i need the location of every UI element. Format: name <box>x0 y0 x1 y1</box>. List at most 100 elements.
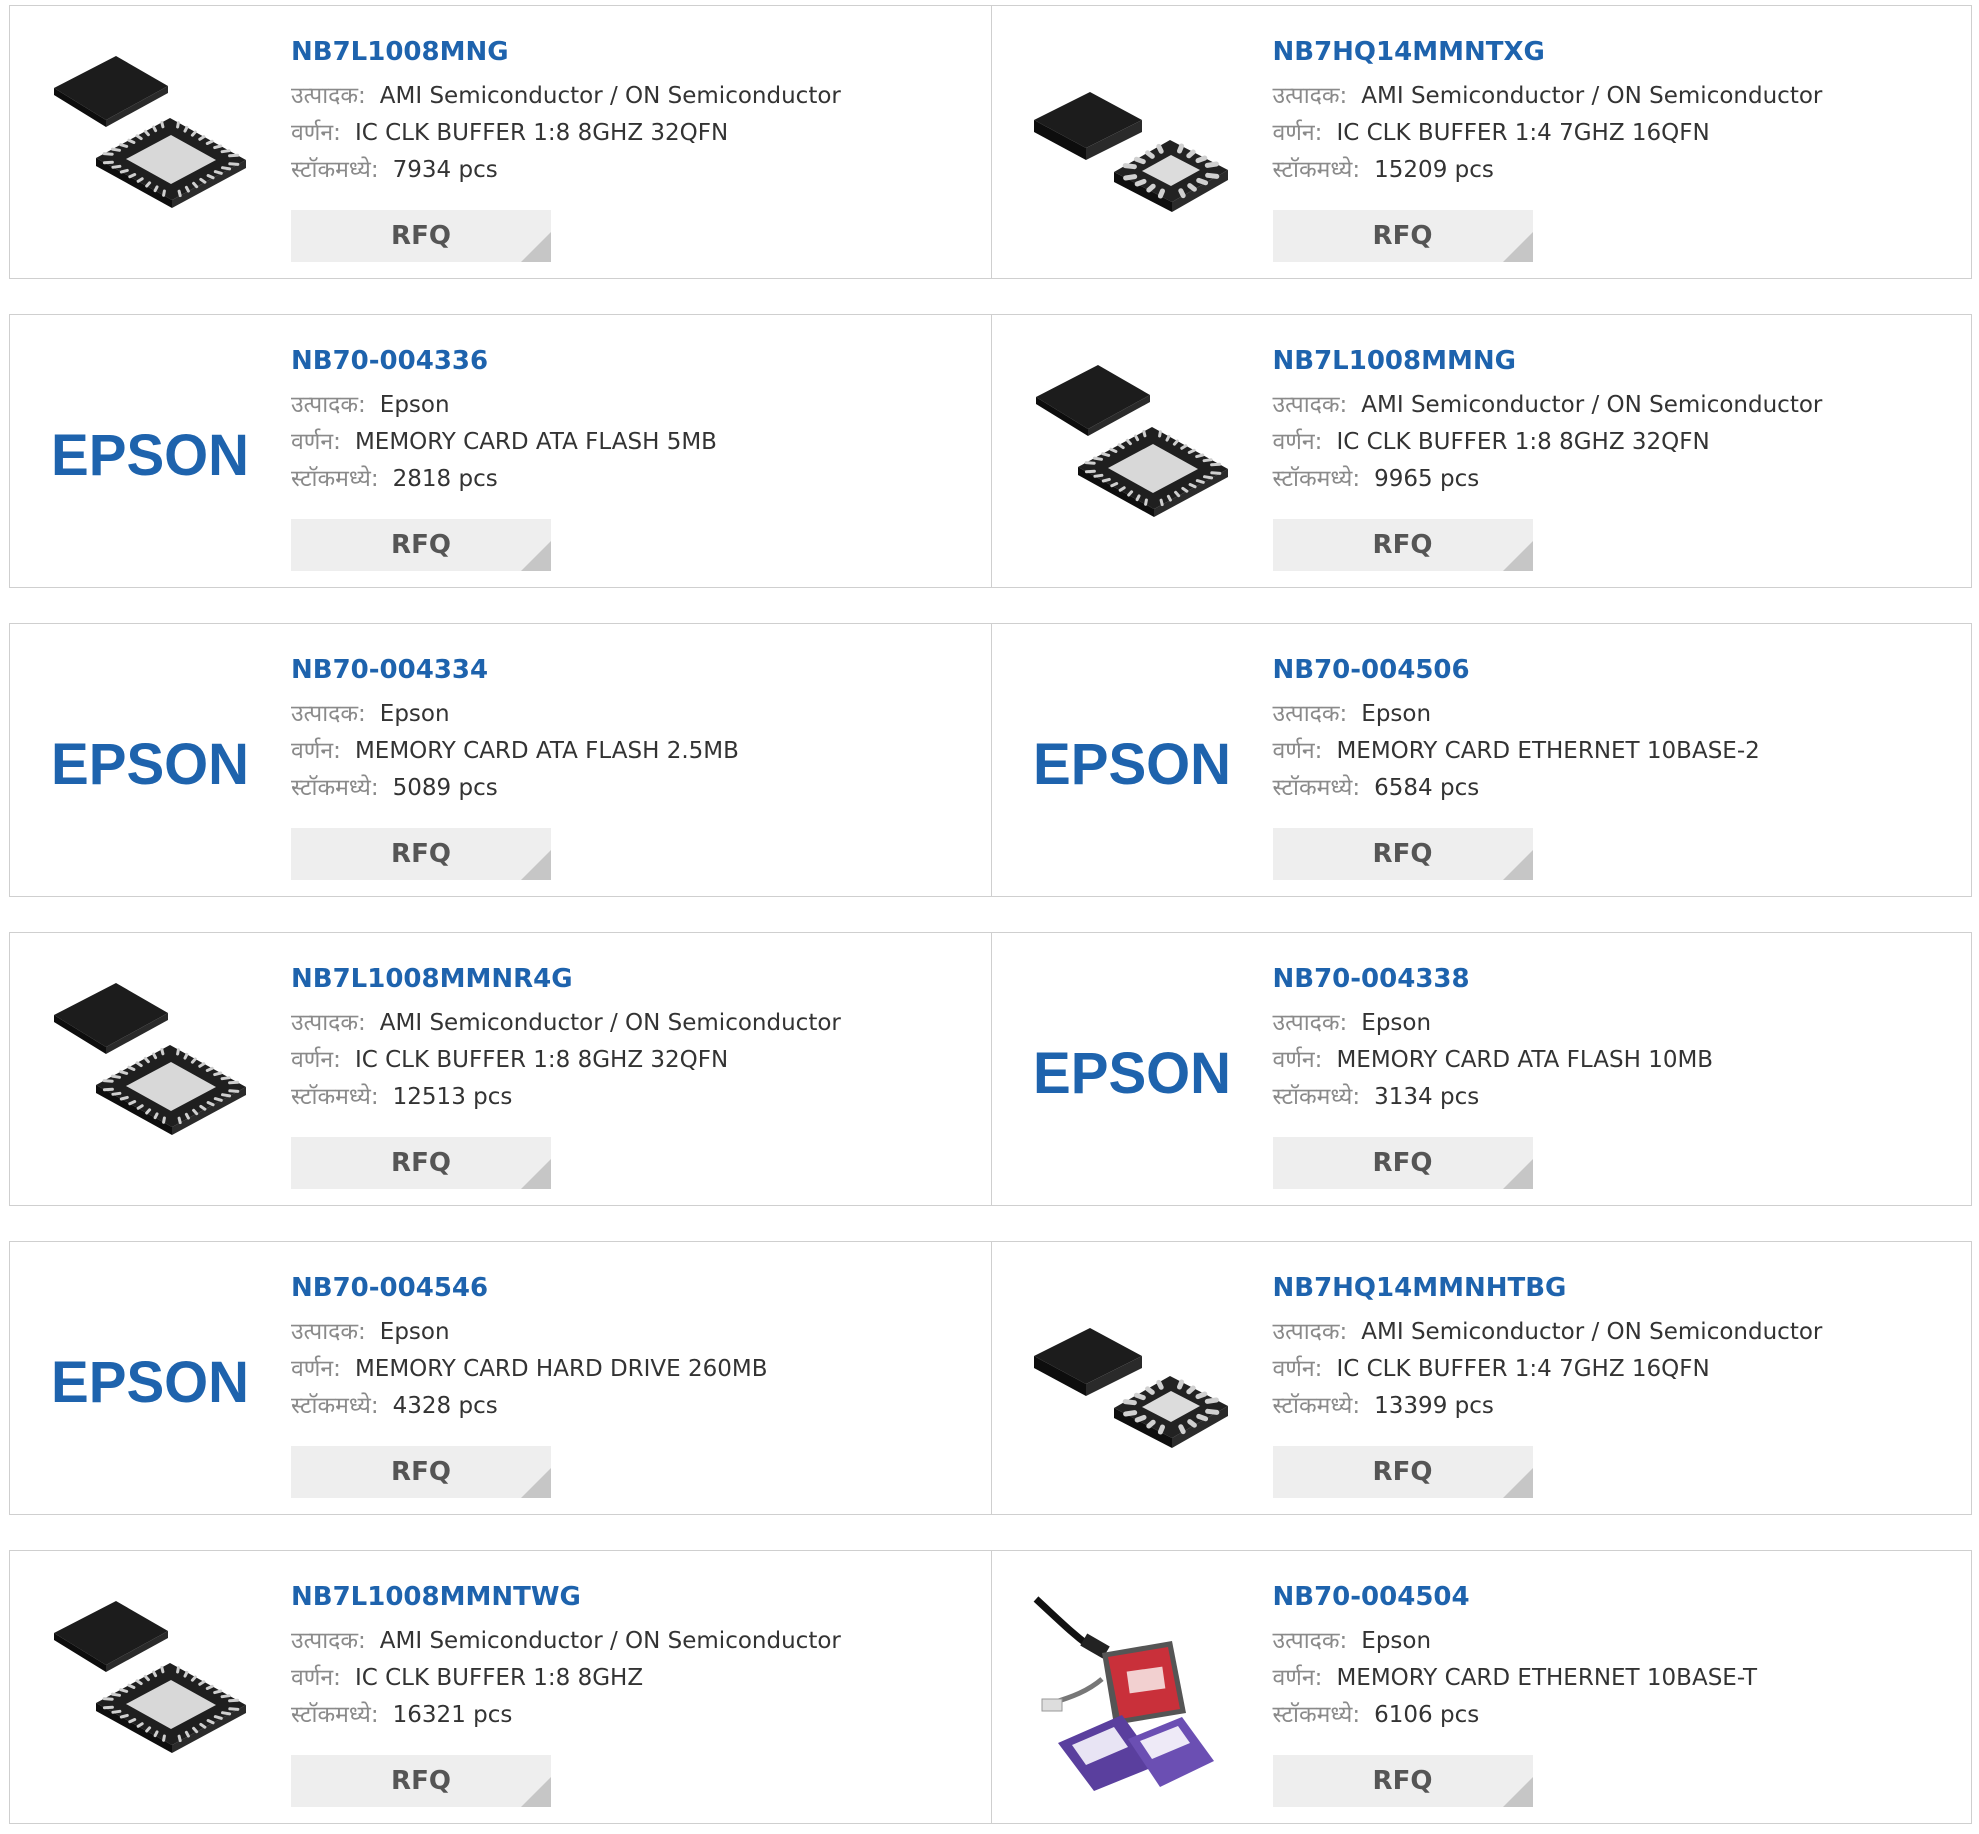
product-image-link[interactable]: EPSON <box>50 1284 250 1484</box>
manufacturer-line: उत्पादक: Epson <box>291 387 981 424</box>
svg-text:EPSON: EPSON <box>1033 732 1231 797</box>
part-number-link[interactable]: NB7HQ14MMNHTBG <box>1273 1270 1567 1306</box>
manufacturer-label: उत्पादक: <box>1272 1010 1348 1036</box>
product-card: NB7HQ14MMNTXG उत्पादक: AMI Semiconductor … <box>990 6 1972 278</box>
product-info: NB70-004338 उत्पादक: Epson वर्णन: MEMORY C… <box>1272 961 1962 1189</box>
description-value: MEMORY CARD ATA FLASH 2.5MB <box>354 738 739 764</box>
rfq-button[interactable]: RFQ <box>1272 828 1533 880</box>
manufacturer-label: उत्पादक: <box>291 392 366 418</box>
part-number-link[interactable]: NB70-004334 <box>291 652 488 688</box>
product-row: NB7L1008MMNTWG उत्पादक: AMI Semiconductor… <box>9 1550 1972 1824</box>
stock-label: स्टॉकमध्ये: <box>1272 1084 1361 1110</box>
product-image-link[interactable] <box>1032 1593 1232 1793</box>
description-line: वर्णन: IC CLK BUFFER 1:8 8GHZ 32QFN <box>291 1042 981 1079</box>
part-number-link[interactable]: NB70-004504 <box>1273 1579 1470 1615</box>
stock-label: स्टॉकमध्ये: <box>1272 1393 1361 1419</box>
manufacturer-line: उत्पादक: Epson <box>1273 1005 1962 1042</box>
part-number-link[interactable]: NB70-004338 <box>1273 961 1470 997</box>
rfq-label: RFQ <box>391 1457 451 1487</box>
rfq-button[interactable]: RFQ <box>1272 1137 1533 1189</box>
corner-triangle-icon <box>521 1777 551 1807</box>
product-image-link[interactable]: EPSON <box>50 357 250 557</box>
description-line: वर्णन: IC CLK BUFFER 1:8 8GHZ 32QFN <box>291 115 981 152</box>
product-card: EPSON NB70-004546 उत्पादक: Epson वर्णन: ME… <box>10 1242 991 1514</box>
product-image-link[interactable] <box>50 1593 250 1793</box>
stock-line: स्टॉकमध्ये: 15209 pcs <box>1273 152 1962 189</box>
rfq-button[interactable]: RFQ <box>1272 519 1533 571</box>
description-value: IC CLK BUFFER 1:4 7GHZ 16QFN <box>1336 1356 1710 1382</box>
stock-line: स्टॉकमध्ये: 6584 pcs <box>1273 770 1962 807</box>
manufacturer-value: AMI Semiconductor / ON Semiconductor <box>379 1628 841 1654</box>
product-image-link[interactable] <box>50 48 250 248</box>
stock-line: स्टॉकमध्ये: 7934 pcs <box>291 152 981 189</box>
description-label: वर्णन: <box>1272 738 1323 764</box>
rfq-label: RFQ <box>1372 530 1433 560</box>
manufacturer-line: उत्पादक: AMI Semiconductor / ON Semicondu… <box>1273 387 1962 424</box>
part-number-link[interactable]: NB7L1008MMNR4G <box>291 961 573 997</box>
product-image-link[interactable]: EPSON <box>50 666 250 866</box>
product-info: NB70-004336 उत्पादक: Epson वर्णन: MEMORY C… <box>291 343 981 571</box>
rfq-button[interactable]: RFQ <box>291 1137 551 1189</box>
part-number-link[interactable]: NB70-004546 <box>291 1270 488 1306</box>
product-image-link[interactable] <box>50 975 250 1175</box>
part-number-link[interactable]: NB7L1008MMNTWG <box>291 1579 581 1615</box>
manufacturer-line: उत्पादक: AMI Semiconductor / ON Semicondu… <box>291 78 981 115</box>
rfq-button[interactable]: RFQ <box>291 519 551 571</box>
manufacturer-value: AMI Semiconductor / ON Semiconductor <box>1361 392 1823 418</box>
description-label: वर्णन: <box>291 1356 341 1382</box>
part-number-link[interactable]: NB70-004336 <box>291 343 488 379</box>
part-number-link[interactable]: NB7L1008MNG <box>291 34 509 70</box>
qfn16-chip-icon <box>1032 1284 1232 1484</box>
manufacturer-line: उत्पादक: AMI Semiconductor / ON Semicondu… <box>291 1623 981 1660</box>
description-label: वर्णन: <box>291 1665 341 1691</box>
description-line: वर्णन: IC CLK BUFFER 1:8 8GHZ 32QFN <box>1273 424 1962 461</box>
stock-value: 9965 pcs <box>1374 466 1480 492</box>
rfq-button[interactable]: RFQ <box>291 1446 551 1498</box>
rfq-button[interactable]: RFQ <box>1272 1755 1533 1807</box>
product-image-link[interactable] <box>1032 48 1232 248</box>
manufacturer-value: AMI Semiconductor / ON Semiconductor <box>379 83 841 109</box>
description-line: वर्णन: MEMORY CARD ATA FLASH 10MB <box>1273 1042 1962 1079</box>
rfq-button[interactable]: RFQ <box>1272 1446 1533 1498</box>
corner-triangle-icon <box>1502 1468 1533 1498</box>
rfq-button[interactable]: RFQ <box>291 1755 551 1807</box>
manufacturer-line: उत्पादक: AMI Semiconductor / ON Semicondu… <box>1273 78 1962 115</box>
epson-logo: EPSON <box>1032 726 1232 806</box>
qfn32-chip-icon <box>1032 357 1232 557</box>
epson-logo: EPSON <box>50 417 250 497</box>
manufacturer-line: उत्पादक: AMI Semiconductor / ON Semicondu… <box>291 1005 981 1042</box>
corner-triangle-icon <box>521 1159 551 1189</box>
stock-line: स्टॉकमध्ये: 16321 pcs <box>291 1697 981 1734</box>
product-image-link[interactable] <box>1032 1284 1232 1484</box>
product-row: NB7L1008MMNR4G उत्पादक: AMI Semiconductor… <box>9 932 1972 1206</box>
rfq-button[interactable]: RFQ <box>291 828 551 880</box>
stock-label: स्टॉकमध्ये: <box>291 466 379 492</box>
part-number-link[interactable]: NB70-004506 <box>1273 652 1470 688</box>
corner-triangle-icon <box>1502 1159 1533 1189</box>
description-label: वर्णन: <box>291 429 341 455</box>
product-card: NB7L1008MMNR4G उत्पादक: AMI Semiconductor… <box>10 933 991 1205</box>
stock-label: स्टॉकमध्ये: <box>1272 157 1361 183</box>
product-image-link[interactable] <box>1032 357 1232 557</box>
part-number-link[interactable]: NB7L1008MMNG <box>1273 343 1516 379</box>
manufacturer-value: AMI Semiconductor / ON Semiconductor <box>379 1010 841 1036</box>
product-image-link[interactable]: EPSON <box>1032 666 1232 866</box>
rfq-label: RFQ <box>1372 221 1433 251</box>
stock-line: स्टॉकमध्ये: 3134 pcs <box>1273 1079 1962 1116</box>
manufacturer-value: AMI Semiconductor / ON Semiconductor <box>1361 1319 1823 1345</box>
stock-label: स्टॉकमध्ये: <box>1272 775 1361 801</box>
manufacturer-value: Epson <box>1361 1628 1432 1654</box>
manufacturer-value: Epson <box>379 701 450 727</box>
description-label: वर्णन: <box>291 1047 341 1073</box>
product-image-link[interactable]: EPSON <box>1032 975 1232 1175</box>
rfq-button[interactable]: RFQ <box>291 210 551 262</box>
product-card: EPSON NB70-004506 उत्पादक: Epson वर्णन: ME… <box>990 624 1972 896</box>
product-info: NB70-004546 उत्पादक: Epson वर्णन: MEMORY C… <box>291 1270 981 1498</box>
rfq-label: RFQ <box>391 1766 451 1796</box>
description-label: वर्णन: <box>1272 429 1323 455</box>
pc-card-kit-icon <box>1032 1593 1232 1793</box>
manufacturer-value: Epson <box>1361 1010 1432 1036</box>
rfq-button[interactable]: RFQ <box>1272 210 1533 262</box>
description-value: IC CLK BUFFER 1:4 7GHZ 16QFN <box>1336 120 1710 146</box>
part-number-link[interactable]: NB7HQ14MMNTXG <box>1273 34 1545 70</box>
